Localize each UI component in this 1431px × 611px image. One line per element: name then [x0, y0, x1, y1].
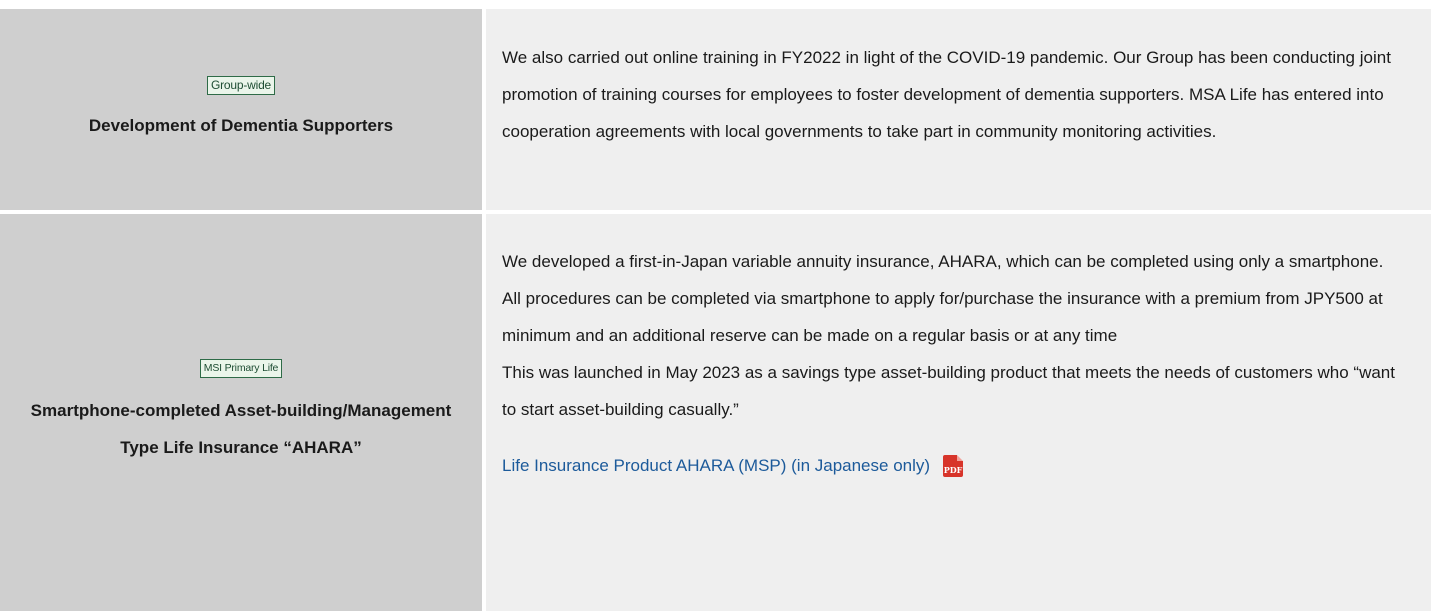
row-content-cell: We developed a first-in-Japan variable a…	[486, 214, 1431, 611]
row-label-cell: MSI Primary Life Smartphone-completed As…	[0, 214, 482, 611]
row-content-cell: We also carried out online training in F…	[486, 9, 1431, 210]
pdf-icon-fold	[957, 454, 964, 461]
ahara-product-link[interactable]: Life Insurance Product AHARA (MSP) (in J…	[502, 447, 930, 484]
row-description: This was launched in May 2023 as a savin…	[502, 363, 1395, 419]
row-description: All procedures can be completed via smar…	[502, 289, 1383, 345]
msi-primary-life-badge: MSI Primary Life	[199, 359, 283, 378]
row-title: Smartphone-completed Asset-building/Mana…	[30, 401, 452, 457]
row-title: Development of Dementia Supporters	[88, 115, 394, 135]
row-label-cell: Group-wide Development of Dementia Suppo…	[0, 9, 482, 210]
table-row: Group-wide Development of Dementia Suppo…	[0, 9, 1431, 210]
group-wide-badge: Group-wide	[206, 75, 276, 95]
pdf-icon[interactable]: PDF	[942, 454, 964, 477]
row-description: We also carried out online training in F…	[502, 48, 1391, 141]
initiatives-table: Group-wide Development of Dementia Suppo…	[0, 0, 1431, 611]
pdf-icon-label: PDF	[943, 464, 963, 475]
row-description: We developed a first-in-Japan variable a…	[502, 252, 1384, 271]
table-row: MSI Primary Life Smartphone-completed As…	[0, 214, 1431, 611]
pdf-link-line: Life Insurance Product AHARA (MSP) (in J…	[502, 447, 1413, 484]
